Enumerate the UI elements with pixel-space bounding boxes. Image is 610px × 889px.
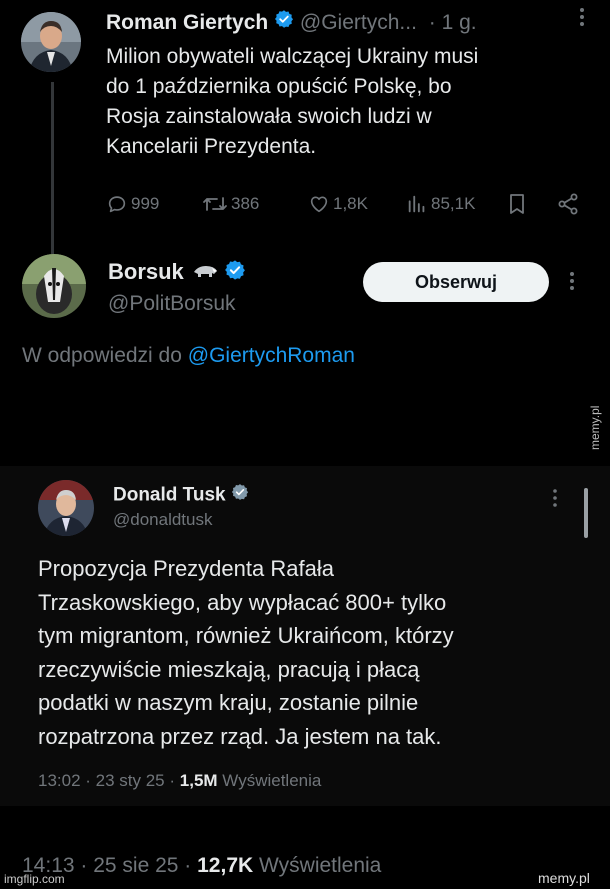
- quoted-tweet-text: Propozycja Prezydenta Rafała Trzaskowski…: [38, 556, 454, 749]
- quoted-author-name[interactable]: Donald Tusk: [113, 485, 226, 506]
- memy-watermark: memy.pl: [538, 870, 590, 886]
- views-button[interactable]: 85,1K: [406, 190, 475, 218]
- quoted-author-row: Donald Tusk: [113, 483, 249, 508]
- more-vertical-icon[interactable]: [568, 270, 576, 297]
- views-count: 85,1K: [431, 194, 476, 213]
- tweet2-views-count: 12,7K: [197, 854, 254, 877]
- quoted-author-handle[interactable]: @donaldtusk: [113, 509, 213, 531]
- tweet2-author-handle[interactable]: @PolitBorsuk: [108, 290, 236, 318]
- quoted-timestamp[interactable]: 13:02 · 23 sty 25 ·: [38, 771, 175, 790]
- reply-mention-link[interactable]: @GiertychRoman: [188, 344, 355, 367]
- verified-badge-gray-icon: [231, 483, 249, 508]
- verified-badge-icon: [224, 259, 246, 288]
- tweet1-timestamp[interactable]: · 1 g.: [429, 11, 477, 34]
- avatar-roman-giertych[interactable]: [21, 12, 81, 72]
- tweet1-author-handle[interactable]: @Giertych...: [300, 11, 417, 34]
- like-button[interactable]: 1,8K: [308, 190, 368, 218]
- quoted-tweet-meta: 13:02 · 23 sty 25 · 1,5M Wyświetlenia: [38, 770, 321, 792]
- quoted-views-count: 1,5M: [179, 771, 218, 790]
- more-vertical-icon[interactable]: [552, 488, 558, 513]
- side-watermark-text: memy.pl: [588, 405, 602, 450]
- tweet1-author-name[interactable]: Roman Giertych: [106, 11, 268, 34]
- reply-prefix: W odpowiedzi do: [22, 344, 182, 367]
- reply-button[interactable]: 999: [106, 190, 159, 218]
- repost-count: 386: [231, 194, 260, 213]
- reply-icon: [106, 193, 128, 215]
- like-count: 1,8K: [333, 194, 368, 213]
- quoted-views-label: Wyświetlenia: [222, 771, 322, 790]
- tweet2-meta: 14:13 · 25 sie 25 · 12,7K Wyświetlenia: [22, 852, 381, 880]
- badger-icon: [192, 259, 218, 287]
- more-vertical-icon[interactable]: [578, 6, 586, 37]
- heart-icon: [308, 193, 330, 215]
- share-icon: [556, 192, 580, 216]
- bookmark-button[interactable]: [506, 190, 528, 218]
- repost-icon: [202, 193, 228, 215]
- views-chart-icon: [406, 193, 428, 215]
- repost-button[interactable]: 386: [202, 190, 259, 218]
- tweet1-action-bar: 999 386 1,8K 85,1K: [106, 190, 584, 218]
- bookmark-icon: [506, 192, 528, 216]
- tweet1-header: Roman Giertych @Giertych... · 1 g.: [106, 8, 586, 38]
- avatar-donald-tusk[interactable]: [38, 480, 94, 536]
- tweet2-author-row: Borsuk: [108, 258, 246, 288]
- verified-badge-icon: [274, 8, 294, 38]
- follow-button[interactable]: Obserwuj: [363, 262, 549, 302]
- tweet2-views-label: Wyświetlenia: [259, 854, 382, 877]
- reply-count: 999: [131, 194, 160, 213]
- imgflip-watermark: imgflip.com: [4, 872, 65, 886]
- tweet1-text: Milion obywateli walczącej Ukrainy musi …: [106, 45, 479, 158]
- reply-context: W odpowiedzi do @GiertychRoman: [22, 342, 355, 370]
- scrollbar-thumb[interactable]: [584, 488, 588, 538]
- thread-connector-line: [51, 82, 54, 254]
- avatar-borsuk[interactable]: [22, 254, 86, 318]
- tweet2-author-name[interactable]: Borsuk: [108, 259, 184, 284]
- share-button[interactable]: [556, 190, 580, 218]
- side-watermark: memy.pl: [582, 375, 606, 455]
